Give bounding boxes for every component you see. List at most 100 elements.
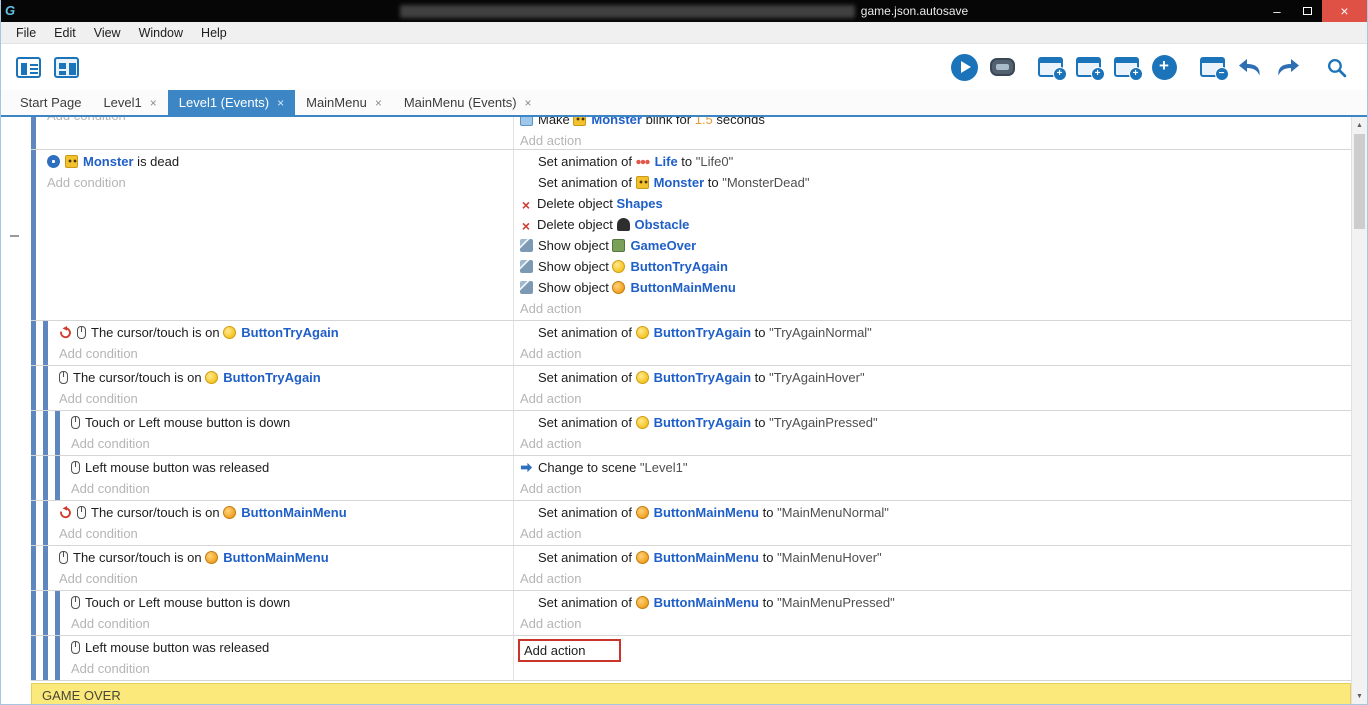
condition-line[interactable]: The cursor/touch is on ButtonMainMenu — [59, 502, 513, 523]
add-condition[interactable]: Add condition — [47, 172, 513, 193]
objects-editor-button[interactable] — [49, 49, 83, 85]
indent-bar[interactable] — [43, 456, 48, 500]
close-button[interactable]: × — [1322, 0, 1367, 22]
action-line[interactable]: Set animation of ButtonMainMenu to "Main… — [520, 502, 1351, 523]
vertical-scrollbar[interactable]: ▲ ▼ — [1351, 117, 1367, 704]
add-action[interactable]: Add action — [520, 130, 1351, 150]
scroll-up-button[interactable]: ▲ — [1352, 117, 1367, 133]
indent-bar[interactable] — [31, 321, 36, 365]
add-condition[interactable]: Add condition — [59, 343, 513, 364]
add-new-button[interactable] — [1147, 49, 1181, 85]
undo-button[interactable] — [1233, 49, 1267, 85]
indent-bar[interactable] — [31, 591, 36, 635]
action-line[interactable]: Show object GameOver — [520, 235, 1351, 256]
add-action[interactable]: Add action — [520, 568, 1351, 589]
add-action[interactable]: Add action — [520, 298, 1351, 319]
action-line[interactable]: Show object ButtonTryAgain — [520, 256, 1351, 277]
tab-close-icon[interactable]: × — [150, 96, 157, 110]
menu-file[interactable]: File — [7, 22, 45, 44]
scroll-down-button[interactable]: ▼ — [1352, 688, 1367, 704]
project-manager-button[interactable] — [11, 49, 45, 85]
add-condition[interactable]: Add condition — [71, 433, 513, 454]
action-line[interactable]: Make Monster blink for 1.5 seconds — [520, 117, 1351, 130]
add-subevent-button[interactable] — [1071, 49, 1105, 85]
action-line[interactable]: ×Delete object Shapes — [520, 193, 1351, 214]
tab-level1[interactable]: Level1 × — [92, 90, 167, 115]
condition-line[interactable]: Left mouse button was released — [71, 637, 513, 658]
collapse-handle[interactable] — [10, 235, 19, 237]
add-action[interactable]: Add action — [520, 478, 1351, 499]
action-line[interactable]: Set animation of ButtonMainMenu to "Main… — [520, 592, 1351, 613]
add-action[interactable]: Add action — [520, 433, 1351, 454]
action-line[interactable]: Change to scene "Level1" — [520, 457, 1351, 478]
action-line[interactable]: Show object ButtonMainMenu — [520, 277, 1351, 298]
add-condition[interactable]: Add condition — [59, 568, 513, 589]
tab-close-icon[interactable]: × — [525, 96, 532, 110]
add-condition[interactable]: Add condition — [71, 613, 513, 634]
add-action-highlighted[interactable]: Add action — [518, 639, 621, 662]
indent-bar[interactable] — [31, 117, 36, 149]
indent-bar[interactable] — [43, 321, 48, 365]
tab-mainmenu[interactable]: MainMenu × — [295, 90, 393, 115]
indent-bar[interactable] — [31, 501, 36, 545]
add-action[interactable]: Add action — [520, 613, 1351, 634]
condition-line[interactable]: The cursor/touch is on ButtonTryAgain — [59, 322, 513, 343]
menu-window[interactable]: Window — [130, 22, 192, 44]
add-condition[interactable]: Add condition — [59, 388, 513, 409]
condition-line[interactable]: Monster is dead — [47, 151, 513, 172]
templates-button[interactable] — [1195, 49, 1229, 85]
indent-bar[interactable] — [43, 411, 48, 455]
indent-bar[interactable] — [43, 591, 48, 635]
condition-line[interactable]: The cursor/touch is on ButtonMainMenu — [59, 547, 513, 568]
indent-bar[interactable] — [31, 150, 36, 320]
add-condition[interactable]: Add condition — [71, 478, 513, 499]
scroll-thumb[interactable] — [1354, 134, 1365, 229]
indent-bar[interactable] — [43, 546, 48, 590]
tab-mainmenu-events[interactable]: MainMenu (Events) × — [393, 90, 543, 115]
tab-close-icon[interactable]: × — [375, 96, 382, 110]
condition-line[interactable]: Touch or Left mouse button is down — [71, 592, 513, 613]
tab-start-page[interactable]: Start Page — [9, 90, 92, 115]
action-line[interactable]: Set animation of ButtonTryAgain to "TryA… — [520, 367, 1351, 388]
indent-bar[interactable] — [43, 501, 48, 545]
indent-bar[interactable] — [55, 591, 60, 635]
tab-level1-events[interactable]: Level1 (Events) × — [168, 90, 295, 115]
menu-help[interactable]: Help — [192, 22, 236, 44]
indent-bar[interactable] — [55, 456, 60, 500]
action-line[interactable]: Set animation of ButtonMainMenu to "Main… — [520, 547, 1351, 568]
add-comment-button[interactable] — [1109, 49, 1143, 85]
menu-edit[interactable]: Edit — [45, 22, 85, 44]
add-condition[interactable]: Add condition — [47, 117, 513, 126]
add-action[interactable]: Add action — [520, 523, 1351, 544]
add-condition[interactable]: Add condition — [71, 658, 513, 679]
add-event-button[interactable] — [1033, 49, 1067, 85]
add-action[interactable]: Add action — [520, 388, 1351, 409]
menu-view[interactable]: View — [85, 22, 130, 44]
condition-line[interactable]: The cursor/touch is on ButtonTryAgain — [59, 367, 513, 388]
indent-bar[interactable] — [31, 411, 36, 455]
action-line[interactable]: Set animation of Life to "Life0" — [520, 151, 1351, 172]
indent-bar[interactable] — [55, 411, 60, 455]
tab-close-icon[interactable]: × — [277, 96, 284, 110]
preview-play-button[interactable] — [947, 49, 981, 85]
add-condition[interactable]: Add condition — [59, 523, 513, 544]
indent-bar[interactable] — [31, 366, 36, 410]
indent-bar[interactable] — [31, 636, 36, 680]
indent-bar[interactable] — [43, 366, 48, 410]
action-line[interactable]: Set animation of ButtonTryAgain to "TryA… — [520, 412, 1351, 433]
search-button[interactable] — [1319, 49, 1353, 85]
indent-bar[interactable] — [31, 456, 36, 500]
action-line[interactable]: ×Delete object Obstacle — [520, 214, 1351, 235]
indent-bar[interactable] — [55, 636, 60, 680]
indent-bar[interactable] — [31, 546, 36, 590]
action-line[interactable]: Set animation of Monster to "MonsterDead… — [520, 172, 1351, 193]
condition-line[interactable]: Left mouse button was released — [71, 457, 513, 478]
action-line[interactable]: Set animation of ButtonTryAgain to "TryA… — [520, 322, 1351, 343]
redo-button[interactable] — [1271, 49, 1305, 85]
add-action[interactable]: Add action — [520, 343, 1351, 364]
indent-bar[interactable] — [43, 636, 48, 680]
maximize-button[interactable] — [1292, 0, 1322, 22]
comment-row[interactable]: GAME OVER — [31, 683, 1351, 704]
condition-line[interactable]: Touch or Left mouse button is down — [71, 412, 513, 433]
debugger-button[interactable] — [985, 49, 1019, 85]
